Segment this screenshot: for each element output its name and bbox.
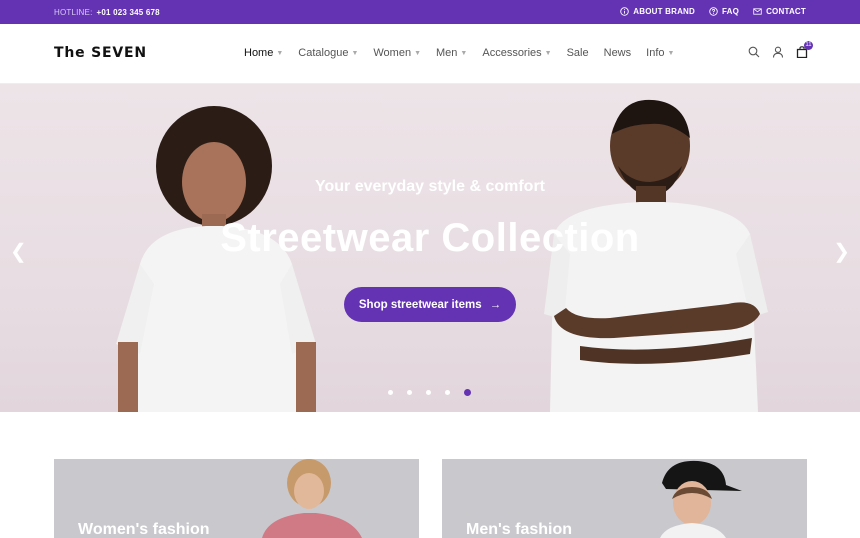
mail-icon [753, 8, 762, 15]
hotline-number[interactable]: +01 023 345 678 [97, 8, 160, 17]
slider-dot[interactable] [426, 390, 431, 395]
chevron-down-icon: ▼ [276, 49, 284, 57]
chevron-down-icon: ▼ [414, 49, 422, 57]
search-icon [748, 46, 760, 58]
nav-item-info[interactable]: Info ▼ [646, 47, 674, 59]
nav-label: Accessories [482, 47, 542, 59]
help-icon [709, 7, 718, 16]
arrow-right-icon: → [489, 298, 502, 311]
hero-headline: Streetwear Collection [220, 216, 640, 260]
category-card-women[interactable]: Women's fashion [54, 459, 419, 538]
nav-label: Info [646, 47, 665, 59]
chevron-right-icon: ❯ [833, 241, 850, 263]
chevron-left-icon: ❮ [10, 241, 27, 263]
slider-prev-button[interactable]: ❮ [10, 239, 27, 264]
slider-dot[interactable] [407, 390, 412, 395]
nav-item-sale[interactable]: Sale [567, 47, 589, 59]
men-fashion-image [660, 460, 742, 538]
top-links: ABOUT BRAND FAQ CONTACT [620, 6, 806, 17]
brand-logo[interactable]: The SEVEN [54, 45, 147, 61]
search-button[interactable] [748, 46, 760, 58]
nav-item-news[interactable]: News [604, 47, 632, 59]
cart-button[interactable]: 11 [796, 41, 813, 58]
about-brand-label: ABOUT BRAND [633, 7, 696, 16]
top-bar: HOTLINE: +01 023 345 678 ABOUT BRAND FAQ … [0, 0, 860, 24]
slider-pagination [388, 389, 471, 396]
chevron-down-icon: ▼ [351, 49, 359, 57]
nav-label: Home [244, 47, 274, 59]
hotline: HOTLINE: +01 023 345 678 [54, 8, 160, 17]
faq-label: FAQ [722, 7, 740, 16]
nav-item-home[interactable]: Home ▼ [244, 47, 283, 59]
header-icons: 11 [748, 41, 813, 58]
chevron-down-icon: ▼ [544, 49, 552, 57]
about-brand-link[interactable]: ABOUT BRAND [620, 6, 695, 17]
user-icon [772, 46, 784, 58]
slider-next-button[interactable]: ❯ [833, 239, 850, 264]
hotline-label: HOTLINE: [54, 8, 93, 17]
info-icon [620, 7, 629, 16]
contact-link[interactable]: CONTACT [753, 6, 806, 17]
shop-streetwear-button[interactable]: Shop streetwear items → [344, 287, 516, 322]
account-button[interactable] [772, 46, 784, 58]
nav-item-accessories[interactable]: Accessories ▼ [482, 47, 551, 59]
nav-item-women[interactable]: Women ▼ [373, 47, 421, 59]
cart-count-badge: 11 [804, 41, 813, 50]
slider-dot[interactable] [445, 390, 450, 395]
nav-label: Sale [566, 47, 589, 59]
nav-item-men[interactable]: Men ▼ [436, 47, 467, 59]
main-nav: Home ▼ Catalogue ▼ Women ▼ Men ▼ Accessories… [244, 47, 689, 59]
nav-label: Women [373, 47, 412, 59]
slider-dot-active[interactable] [464, 389, 471, 396]
chevron-down-icon: ▼ [460, 49, 468, 57]
category-card-men[interactable]: Men's fashion [442, 459, 807, 538]
hero-slider: Your everyday style & comfort Streetwear… [0, 84, 860, 412]
hero-tagline: Your everyday style & comfort [314, 178, 545, 195]
slider-dot[interactable] [388, 390, 393, 395]
nav-label: Men [436, 47, 458, 59]
nav-label: News [603, 47, 632, 59]
category-title: Women's fashion [78, 521, 210, 538]
chevron-down-icon: ▼ [667, 49, 675, 57]
site-header: The SEVEN Home ▼ Catalogue ▼ Women ▼ Men ▼ A… [0, 24, 860, 84]
women-fashion-image [262, 459, 362, 538]
nav-label: Catalogue [298, 47, 349, 59]
contact-label: CONTACT [766, 7, 806, 16]
faq-link[interactable]: FAQ [709, 6, 739, 17]
nav-item-catalogue[interactable]: Catalogue ▼ [298, 47, 358, 59]
cta-label: Shop streetwear items [358, 298, 482, 311]
category-title: Men's fashion [466, 521, 573, 538]
